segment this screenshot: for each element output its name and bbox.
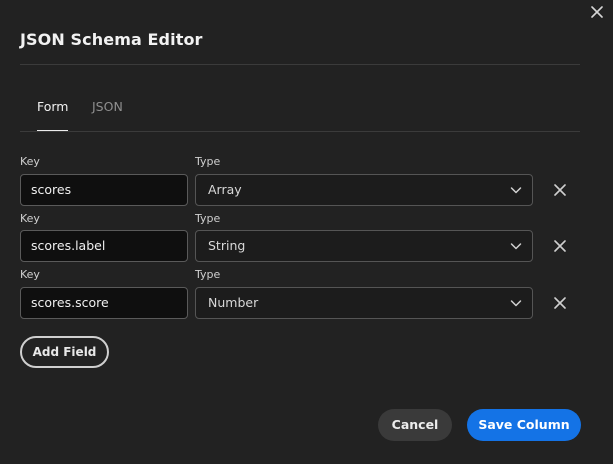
close-dialog-button[interactable] <box>585 0 609 24</box>
type-label: Type <box>195 212 221 225</box>
tab-json-label: JSON <box>92 99 123 114</box>
tab-json[interactable]: JSON <box>92 96 128 132</box>
type-select-value: Array <box>208 182 242 197</box>
chevron-down-icon <box>510 300 522 307</box>
tab-form-label: Form <box>37 99 69 114</box>
type-select[interactable]: Number <box>195 287 533 319</box>
remove-field-button[interactable] <box>550 293 570 313</box>
type-select[interactable]: Array <box>195 174 533 206</box>
remove-icon <box>554 184 566 196</box>
type-select[interactable]: String <box>195 230 533 262</box>
dialog-title: JSON Schema Editor <box>20 30 203 49</box>
tab-bar: Form JSON <box>20 96 580 132</box>
chevron-down-icon <box>510 187 522 194</box>
key-input[interactable]: scores.label <box>20 230 188 262</box>
remove-icon <box>554 297 566 309</box>
cancel-button[interactable]: Cancel <box>378 409 452 441</box>
key-label: Key <box>20 268 40 281</box>
key-input[interactable]: scores.score <box>20 287 188 319</box>
type-select-value: Number <box>208 295 259 310</box>
type-label: Type <box>195 155 221 168</box>
header-divider <box>20 64 580 65</box>
save-column-button[interactable]: Save Column <box>467 409 581 441</box>
chevron-down-icon <box>510 243 522 250</box>
key-label: Key <box>20 212 40 225</box>
key-input[interactable]: scores <box>20 174 188 206</box>
tabs-divider <box>20 131 580 132</box>
remove-icon <box>554 240 566 252</box>
add-field-button[interactable]: Add Field <box>20 336 109 368</box>
remove-field-button[interactable] <box>550 236 570 256</box>
tab-form[interactable]: Form <box>37 96 69 132</box>
type-label: Type <box>195 268 221 281</box>
remove-field-button[interactable] <box>550 180 570 200</box>
type-select-value: String <box>208 238 246 253</box>
key-label: Key <box>20 155 40 168</box>
json-schema-editor-dialog: JSON Schema Editor Form JSON Key Type sc… <box>0 0 613 464</box>
close-icon <box>591 6 603 18</box>
